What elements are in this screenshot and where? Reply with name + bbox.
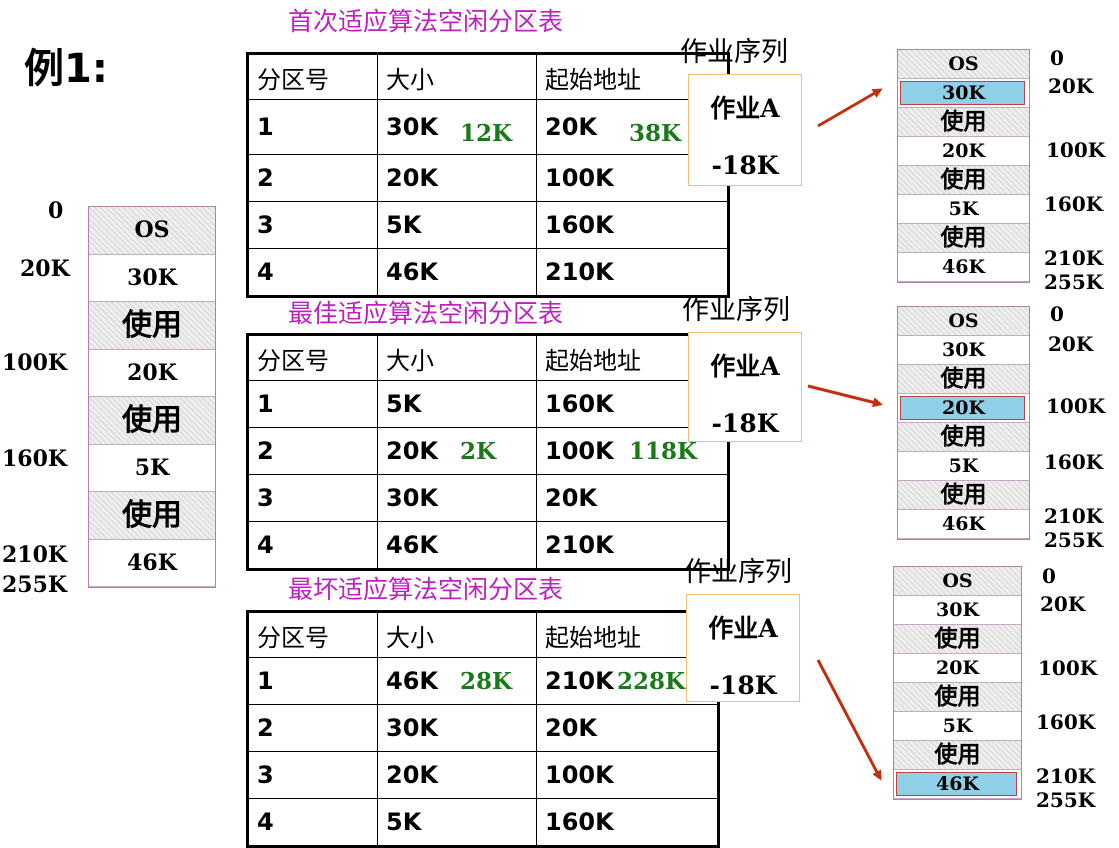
memory-block-used: 使用 xyxy=(894,625,1021,654)
memory-block-free: 5K xyxy=(898,195,1029,224)
memory-block-allocated: 30K xyxy=(898,79,1029,108)
memory-block-used: OS xyxy=(894,567,1021,596)
address-label: 20K xyxy=(1040,592,1086,616)
address-label: 0 xyxy=(1050,302,1064,326)
memory-block-label: 使用 xyxy=(940,167,987,193)
arrow-first-fit xyxy=(817,88,883,128)
memory-block-label: OS xyxy=(948,310,979,332)
memory-block-label: OS xyxy=(942,570,973,592)
address-label: 160K xyxy=(1036,710,1096,734)
address-label: 100K xyxy=(1046,138,1106,162)
address-label: 255K xyxy=(1044,528,1104,552)
memory-block-used: OS xyxy=(898,307,1029,336)
memory-column: OS 30K 使用 20K 使用 5K 使用 46K xyxy=(897,306,1030,540)
memory-block-free: 5K xyxy=(898,452,1029,481)
memory-block-free: 46K xyxy=(898,253,1029,282)
memory-block-label: 使用 xyxy=(940,109,987,135)
memory-block-used: 使用 xyxy=(898,365,1029,394)
address-label: 0 xyxy=(1050,46,1064,70)
memory-block-label: 30K xyxy=(942,82,985,104)
memory-block-free: 20K xyxy=(898,137,1029,166)
memory-column: OS 30K 使用 20K 使用 5K 使用 46K xyxy=(897,49,1030,283)
memory-block-used: 使用 xyxy=(894,741,1021,770)
address-label: 0 xyxy=(1042,564,1056,588)
arrow-best-fit xyxy=(807,384,883,408)
address-label: 160K xyxy=(1044,192,1104,216)
address-label: 210K xyxy=(1036,764,1096,788)
memory-block-label: 20K xyxy=(942,140,985,162)
memory-block-used: 使用 xyxy=(894,683,1021,712)
address-label: 100K xyxy=(1038,656,1098,680)
memory-block-label: 5K xyxy=(948,455,979,477)
memory-block-label: 使用 xyxy=(934,626,981,652)
memory-block-used: 使用 xyxy=(898,423,1029,452)
address-label: 210K xyxy=(1044,246,1104,270)
address-label: 160K xyxy=(1044,450,1104,474)
memory-block-label: 使用 xyxy=(940,482,987,508)
memory-block-label: 46K xyxy=(936,773,979,795)
memory-block-used: 使用 xyxy=(898,108,1029,137)
memory-block-free: 46K xyxy=(898,510,1029,539)
memory-block-label: 30K xyxy=(942,339,985,361)
memory-block-label: 5K xyxy=(942,715,973,737)
memory-block-label: 5K xyxy=(948,198,979,220)
memory-block-label: 30K xyxy=(936,599,979,621)
address-label: 20K xyxy=(1048,74,1094,98)
address-label: 100K xyxy=(1046,394,1106,418)
memory-column: OS 30K 使用 20K 使用 5K 使用 46K xyxy=(893,566,1022,800)
memory-block-used: 使用 xyxy=(898,481,1029,510)
memory-block-used: OS xyxy=(898,50,1029,79)
memory-block-label: 20K xyxy=(936,657,979,679)
address-label: 255K xyxy=(1036,788,1096,812)
arrow-worst-fit xyxy=(816,659,882,781)
memory-block-free: 30K xyxy=(898,336,1029,365)
memory-block-label: 使用 xyxy=(940,366,987,392)
memory-block-used: 使用 xyxy=(898,166,1029,195)
memory-block-label: 使用 xyxy=(934,684,981,710)
memory-block-label: 使用 xyxy=(934,742,981,768)
memory-block-label: 使用 xyxy=(940,424,987,450)
memory-block-free: 20K xyxy=(894,654,1021,683)
memory-block-label: 46K xyxy=(942,513,985,535)
memory-block-label: 使用 xyxy=(940,225,987,251)
memory-block-allocated: 46K xyxy=(894,770,1021,799)
memory-block-used: 使用 xyxy=(898,224,1029,253)
memory-block-label: 46K xyxy=(942,256,985,278)
address-label: 210K xyxy=(1044,504,1104,528)
memory-block-free: 5K xyxy=(894,712,1021,741)
memory-block-label: 20K xyxy=(942,397,985,419)
address-label: 20K xyxy=(1048,332,1094,356)
memory-block-allocated: 20K xyxy=(898,394,1029,423)
address-label: 255K xyxy=(1044,270,1104,294)
memory-block-label: OS xyxy=(948,53,979,75)
memory-block-free: 30K xyxy=(894,596,1021,625)
